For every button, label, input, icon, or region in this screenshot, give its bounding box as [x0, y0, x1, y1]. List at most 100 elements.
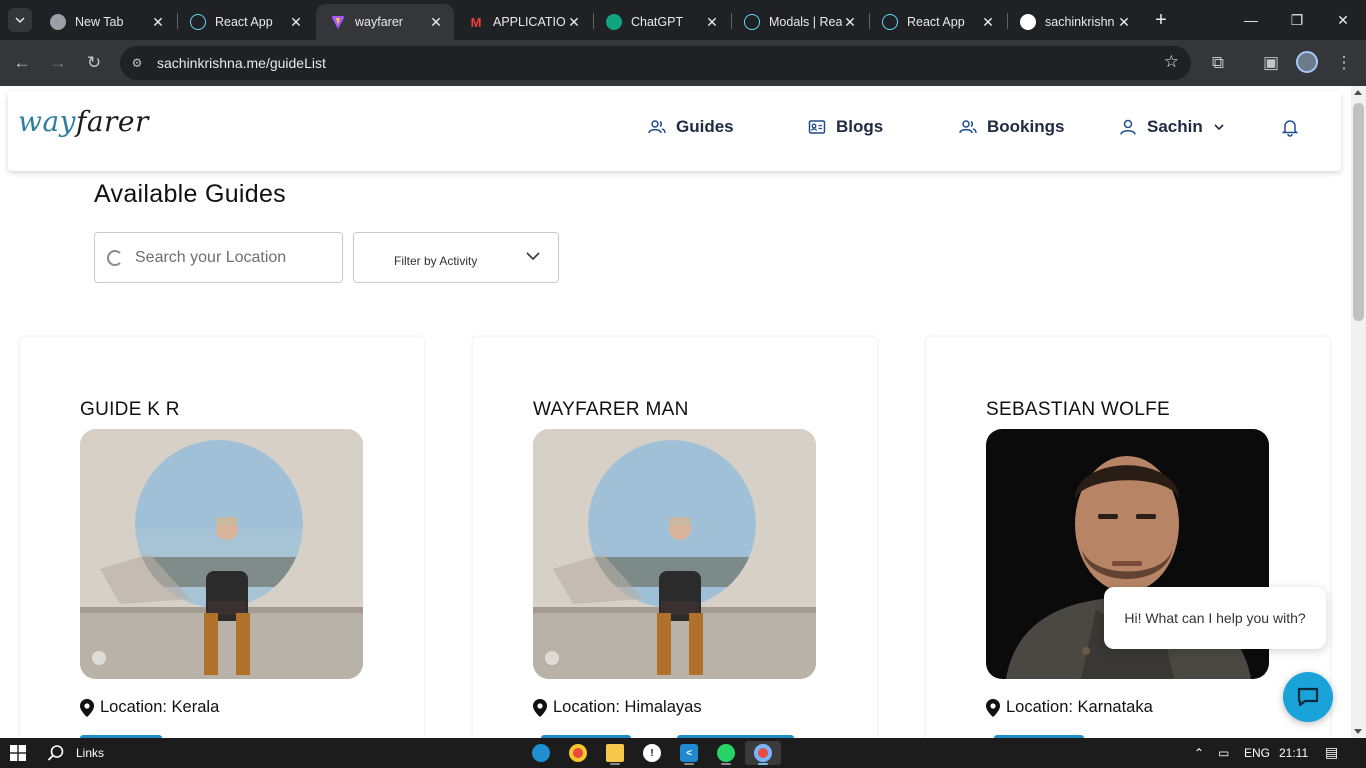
chevron-down-icon — [526, 252, 540, 261]
windows-taskbar: Links ! < ⌃ ▭ ENG 21:11 ▤ — [0, 738, 1366, 768]
language-indicator[interactable]: ENG — [1244, 746, 1270, 760]
close-icon[interactable]: ✕ — [566, 14, 582, 31]
chrome-icon[interactable] — [565, 741, 591, 765]
guide-card[interactable]: SEBASTIAN WOLFE Location: Karnataka — [926, 337, 1330, 738]
guide-location: Location: Kerala — [80, 698, 219, 717]
chevron-down-icon — [1214, 124, 1224, 131]
guide-card[interactable]: WAYFARER MAN Location: Himalayas — [473, 337, 877, 738]
user-icon — [1119, 118, 1137, 136]
browser-tab-active[interactable]: wayfarer ✕ — [316, 4, 454, 40]
file-explorer-icon[interactable] — [602, 741, 628, 765]
guide-location: Location: Himalayas — [533, 698, 702, 717]
browser-toolbar: ← → ↻ ⚙ sachinkrishna.me/guideList ☆ ⧉ ▣… — [0, 40, 1366, 86]
gmail-icon: M — [470, 14, 482, 30]
carousel-dot[interactable] — [545, 651, 559, 665]
taskbar-links-label[interactable]: Links — [76, 746, 104, 760]
browser-tab[interactable]: ChatGPT ✕ — [592, 4, 730, 40]
close-icon[interactable]: ✕ — [428, 14, 444, 31]
scroll-down-arrow[interactable] — [1354, 729, 1362, 734]
id-card-icon — [808, 118, 826, 136]
page-title: Available Guides — [94, 180, 286, 208]
browser-tab[interactable]: React App ✕ — [868, 4, 1006, 40]
carousel-dot[interactable] — [92, 651, 106, 665]
location-search-input[interactable] — [135, 245, 335, 271]
app-icon[interactable]: ! — [639, 741, 665, 765]
whatsapp-icon[interactable] — [713, 741, 739, 765]
site-logo[interactable]: wayfarer — [18, 105, 149, 138]
github-icon — [1020, 14, 1036, 30]
nav-guides[interactable]: Guides — [648, 117, 734, 137]
guide-location: Location: Karnataka — [986, 698, 1153, 717]
back-button[interactable]: ← — [10, 51, 34, 75]
nav-bookings[interactable]: Bookings — [959, 117, 1064, 137]
page-scrollbar[interactable] — [1351, 86, 1366, 738]
side-panel-icon[interactable]: ▣ — [1259, 51, 1283, 75]
minimize-button[interactable]: — — [1228, 0, 1274, 40]
vite-icon — [331, 16, 345, 29]
browser-tab[interactable]: React App ✕ — [176, 4, 314, 40]
url-text[interactable]: sachinkrishna.me/guideList — [157, 55, 326, 71]
address-bar[interactable]: ⚙ sachinkrishna.me/guideList ☆ — [120, 46, 1191, 80]
activity-filter-label: Filter by Activity — [394, 254, 478, 268]
chevron-down-icon — [15, 17, 25, 24]
react-icon — [882, 14, 898, 30]
browser-tab[interactable]: Modals | Rea ✕ — [730, 4, 868, 40]
chrome-active-icon[interactable] — [745, 741, 781, 765]
menu-kebab-icon[interactable]: ⋮ — [1332, 51, 1356, 75]
map-pin-icon — [986, 698, 1000, 717]
windows-start-icon[interactable] — [10, 745, 26, 761]
chatgpt-icon — [606, 14, 622, 30]
map-pin-icon — [533, 698, 547, 717]
activity-filter-select[interactable]: Filter by Activity — [353, 232, 559, 283]
users-icon — [959, 118, 977, 136]
close-icon[interactable]: ✕ — [704, 14, 720, 31]
restore-button[interactable]: ❐ — [1274, 0, 1320, 40]
edge-icon[interactable] — [528, 741, 554, 765]
browser-tab[interactable]: M APPLICATION ✕ — [454, 4, 592, 40]
vscode-icon[interactable]: < — [676, 741, 702, 765]
chat-icon — [1297, 687, 1319, 707]
reactstrap-icon — [744, 14, 760, 30]
reload-button[interactable]: ↻ — [82, 51, 106, 75]
scroll-up-arrow[interactable] — [1354, 90, 1362, 95]
new-tab-button[interactable]: + — [1150, 9, 1172, 31]
users-icon — [648, 118, 666, 136]
close-window-button[interactable]: ✕ — [1320, 0, 1366, 40]
bell-icon[interactable] — [1280, 117, 1300, 137]
browser-tab[interactable]: New Tab ✕ — [36, 4, 176, 40]
guide-card[interactable]: GUIDE K R Location: Kerala — [20, 337, 424, 738]
close-icon[interactable]: ✕ — [288, 14, 304, 31]
battery-icon[interactable]: ▭ — [1218, 746, 1229, 760]
tab-search-button[interactable] — [8, 8, 32, 32]
close-icon[interactable]: ✕ — [842, 14, 858, 31]
guide-name: WAYFARER MAN — [533, 399, 689, 420]
guide-photo — [533, 429, 816, 679]
notifications-icon[interactable]: ▤ — [1325, 744, 1338, 761]
chat-launcher-button[interactable] — [1283, 672, 1333, 722]
browser-tab-bar: New Tab ✕ React App ✕ wayfarer ✕ M APPLI… — [0, 0, 1366, 40]
bookmark-star-icon[interactable]: ☆ — [1164, 52, 1179, 72]
close-icon[interactable]: ✕ — [1116, 14, 1132, 31]
tray-chevron-up-icon[interactable]: ⌃ — [1194, 746, 1204, 760]
profile-avatar[interactable] — [1296, 51, 1318, 73]
site-settings-icon[interactable]: ⚙ — [129, 55, 145, 71]
scroll-thumb[interactable] — [1353, 103, 1364, 321]
clock[interactable]: 21:11 — [1279, 746, 1308, 760]
close-icon[interactable]: ✕ — [150, 14, 166, 31]
close-icon[interactable]: ✕ — [980, 14, 996, 31]
user-menu[interactable]: Sachin — [1119, 117, 1225, 137]
browser-tab[interactable]: sachinkrishn ✕ — [1006, 4, 1142, 40]
search-icon[interactable] — [47, 744, 65, 762]
nav-blogs[interactable]: Blogs — [808, 117, 883, 137]
page-viewport: wayfarer Guides Blogs Bookings Sachin Av… — [0, 86, 1351, 738]
chat-greeting-bubble[interactable]: Hi! What can I help you with? — [1104, 587, 1326, 649]
map-pin-icon — [80, 698, 94, 717]
extensions-icon[interactable]: ⧉ — [1206, 51, 1230, 75]
site-navbar: wayfarer Guides Blogs Bookings Sachin — [8, 91, 1341, 171]
loading-spinner-icon — [107, 250, 123, 266]
location-search[interactable] — [94, 232, 343, 283]
chrome-icon — [50, 14, 66, 30]
guide-photo — [80, 429, 363, 679]
forward-button[interactable]: → — [46, 51, 70, 75]
react-icon — [190, 14, 206, 30]
